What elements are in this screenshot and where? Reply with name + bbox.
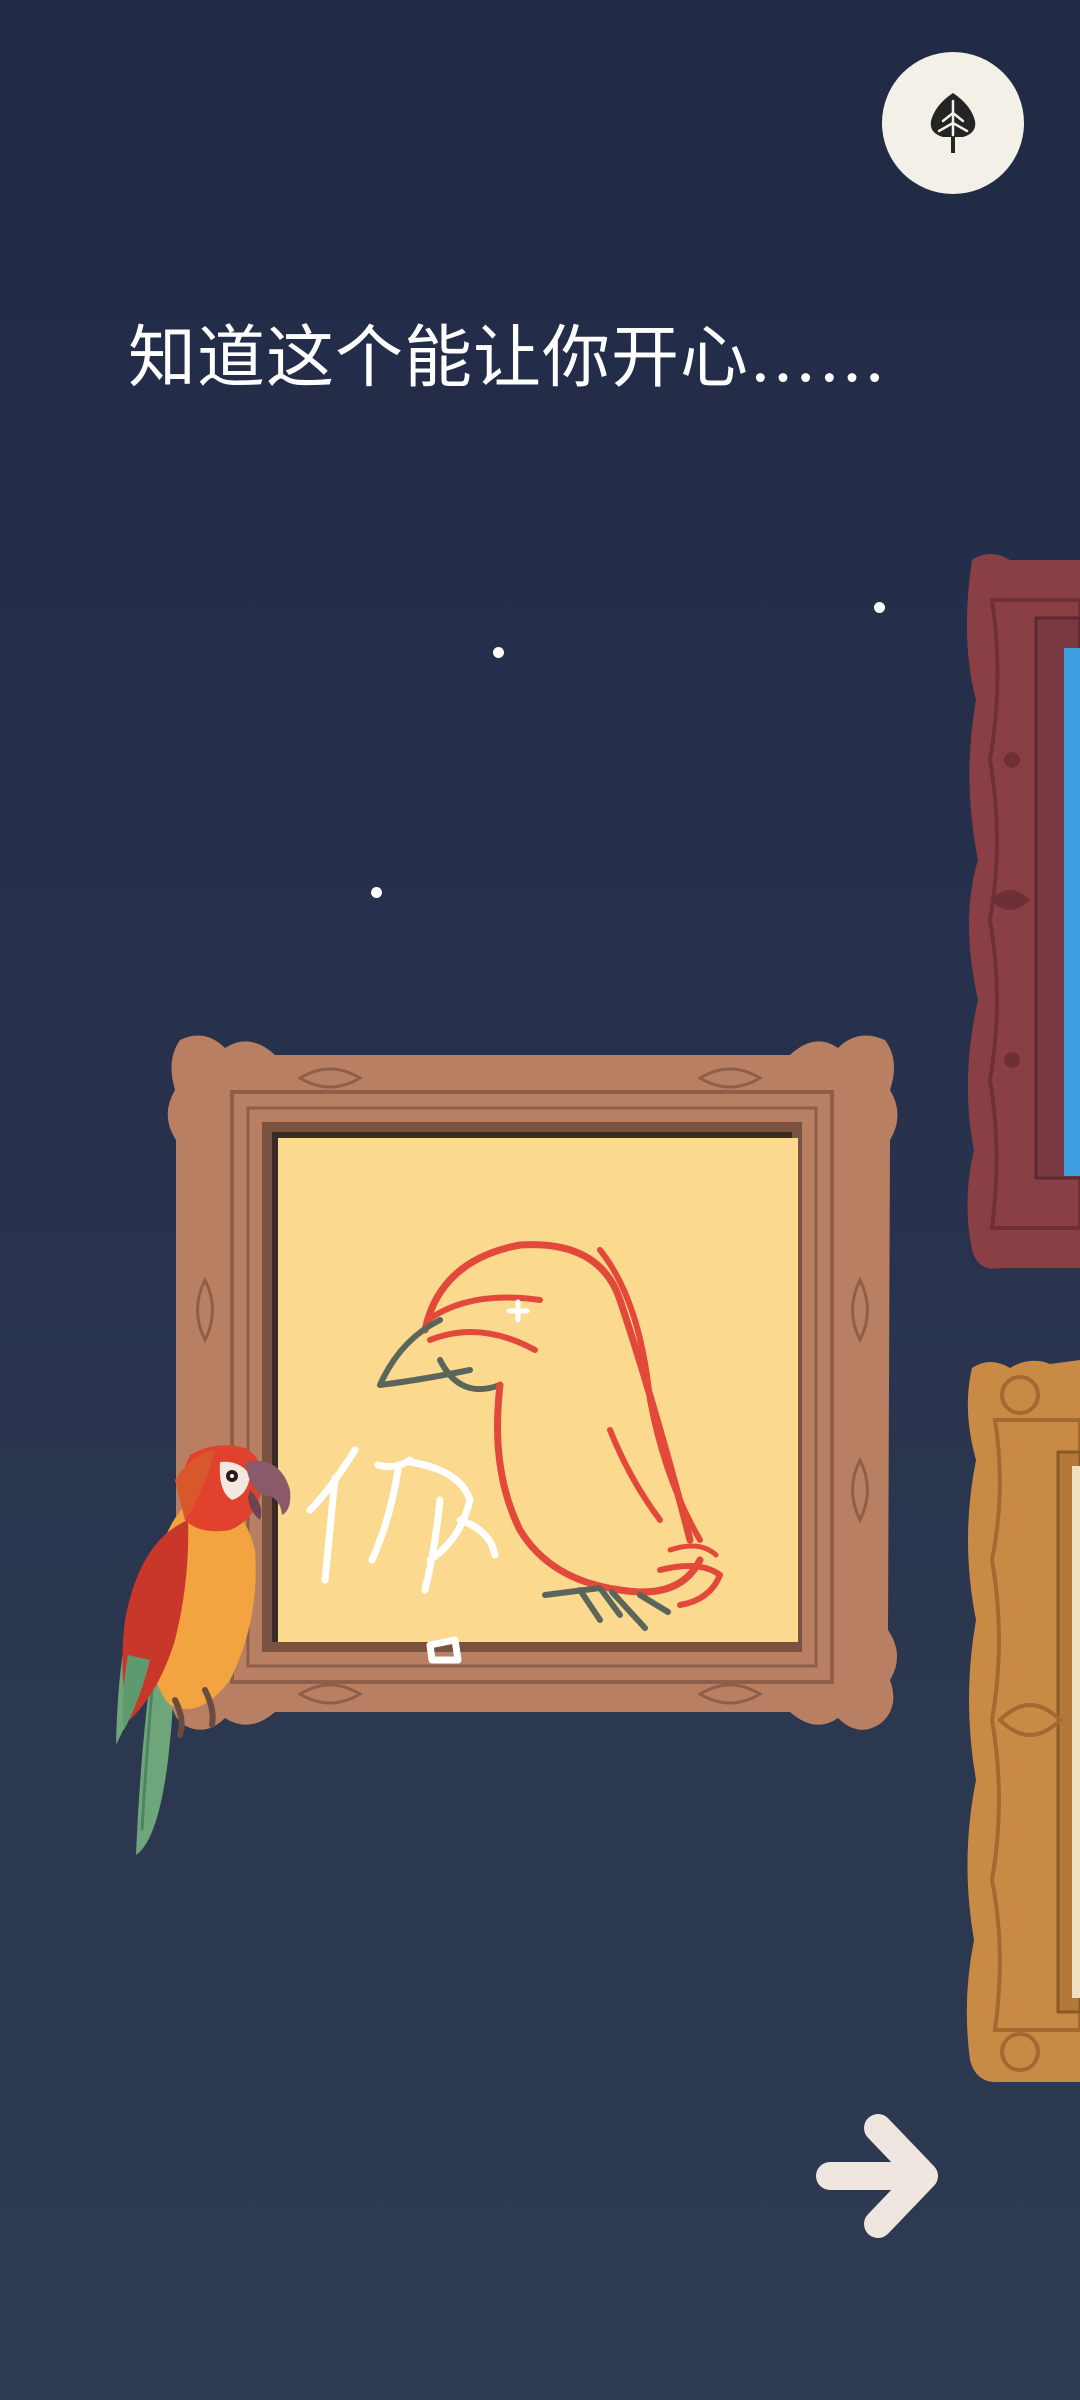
next-button[interactable] bbox=[808, 2104, 946, 2242]
star-1 bbox=[874, 602, 885, 613]
star-2 bbox=[493, 647, 504, 658]
menu-button[interactable] bbox=[882, 52, 1024, 194]
main-painting[interactable] bbox=[170, 1035, 898, 1735]
dialogue-text: 知道这个能让你开心…… bbox=[128, 319, 888, 398]
star-3 bbox=[371, 887, 382, 898]
leaf-icon bbox=[930, 93, 976, 153]
red-frame-painting-hit[interactable] bbox=[965, 555, 1080, 1273]
gold-frame-painting-hit[interactable] bbox=[965, 1355, 1080, 2085]
arrow-right-icon bbox=[816, 2114, 938, 2238]
